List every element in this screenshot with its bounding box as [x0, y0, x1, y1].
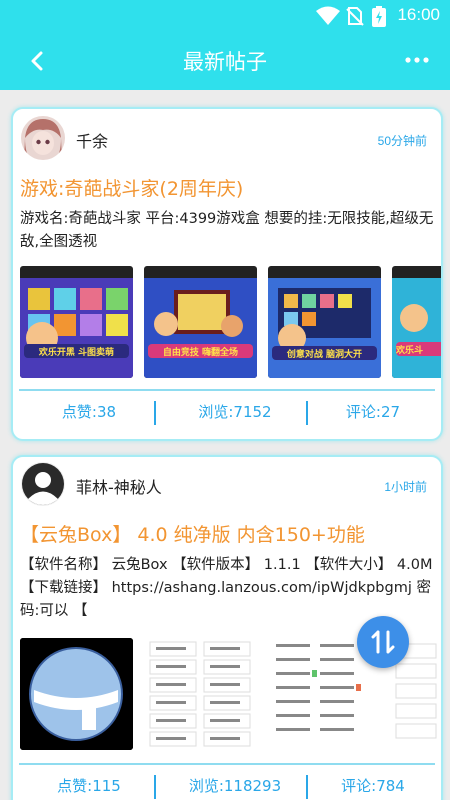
views-count: 浏览:118293 — [188, 777, 282, 795]
status-bar: 16:00 — [0, 0, 450, 32]
post-card[interactable]: 千余 50分钟前 游戏:奇葩战斗家(2周年庆) 游戏名:奇葩战斗家 平台:439… — [11, 107, 443, 441]
post-thumbnail[interactable]: 创意对战 脑洞大开 — [268, 266, 381, 378]
more-options-icon[interactable] — [404, 50, 430, 70]
post-time: 1小时前 — [384, 480, 427, 494]
divider — [154, 775, 156, 799]
post-thumbnail[interactable] — [144, 638, 257, 750]
likes-count[interactable]: 点赞:115 — [19, 765, 159, 800]
post-stats-bar: 点赞:115 浏览:118293 评论:784 — [19, 763, 435, 800]
thumbnail-caption: 自由竞技 嗨翻全场 — [162, 348, 239, 358]
views-count: 浏览:7152 — [198, 403, 272, 421]
post-stats-bar: 点赞:38 浏览:7152 评论:27 — [19, 389, 435, 435]
app-bar: 最新帖子 — [0, 32, 450, 90]
sort-toggle-button[interactable] — [357, 616, 409, 668]
thumbnail-caption: 创意对战 脑洞大开 — [286, 350, 363, 360]
post-thumbnail[interactable]: 欢乐斗 — [392, 266, 441, 378]
divider — [154, 401, 156, 425]
username[interactable]: 菲林-神秘人 — [76, 474, 162, 498]
user-avatar[interactable] — [21, 116, 65, 160]
user-avatar[interactable] — [21, 462, 65, 506]
post-title[interactable]: 游戏:奇葩战斗家(2周年庆) — [20, 174, 433, 201]
post-thumbnail[interactable]: 自由竞技 嗨翻全场 — [144, 266, 257, 378]
comments-count[interactable]: 评论:784 — [303, 765, 441, 800]
likes-count[interactable]: 点赞:38 — [19, 391, 159, 435]
post-thumbnail[interactable] — [20, 638, 133, 750]
comments-count[interactable]: 评论:27 — [303, 391, 441, 435]
no-sim-icon — [346, 7, 364, 26]
thumbnail-strip: 欢乐开黑 斗图卖萌 自由竞技 嗨翻全场 创意对战 脑洞大开 欢乐斗 — [20, 266, 441, 378]
status-time: 16:00 — [397, 5, 440, 24]
post-thumbnail[interactable]: 欢乐开黑 斗图卖萌 — [20, 266, 133, 378]
wifi-icon — [316, 6, 340, 25]
username[interactable]: 千余 — [76, 128, 108, 152]
page-title: 最新帖子 — [183, 50, 267, 74]
post-body: 游戏名:奇葩战斗家 平台:4399游戏盒 想要的挂:无限技能,超级无敌,全图透视 — [20, 211, 434, 250]
thumbnail-caption: 欢乐斗 — [396, 346, 424, 356]
post-title[interactable]: 【云兔Box】 4.0 纯净版 内含150+功能 — [20, 520, 433, 547]
battery-charging-icon — [372, 6, 386, 27]
post-time: 50分钟前 — [377, 134, 427, 148]
swap-vertical-icon — [371, 630, 395, 654]
thumbnail-caption: 欢乐开黑 斗图卖萌 — [38, 348, 115, 358]
